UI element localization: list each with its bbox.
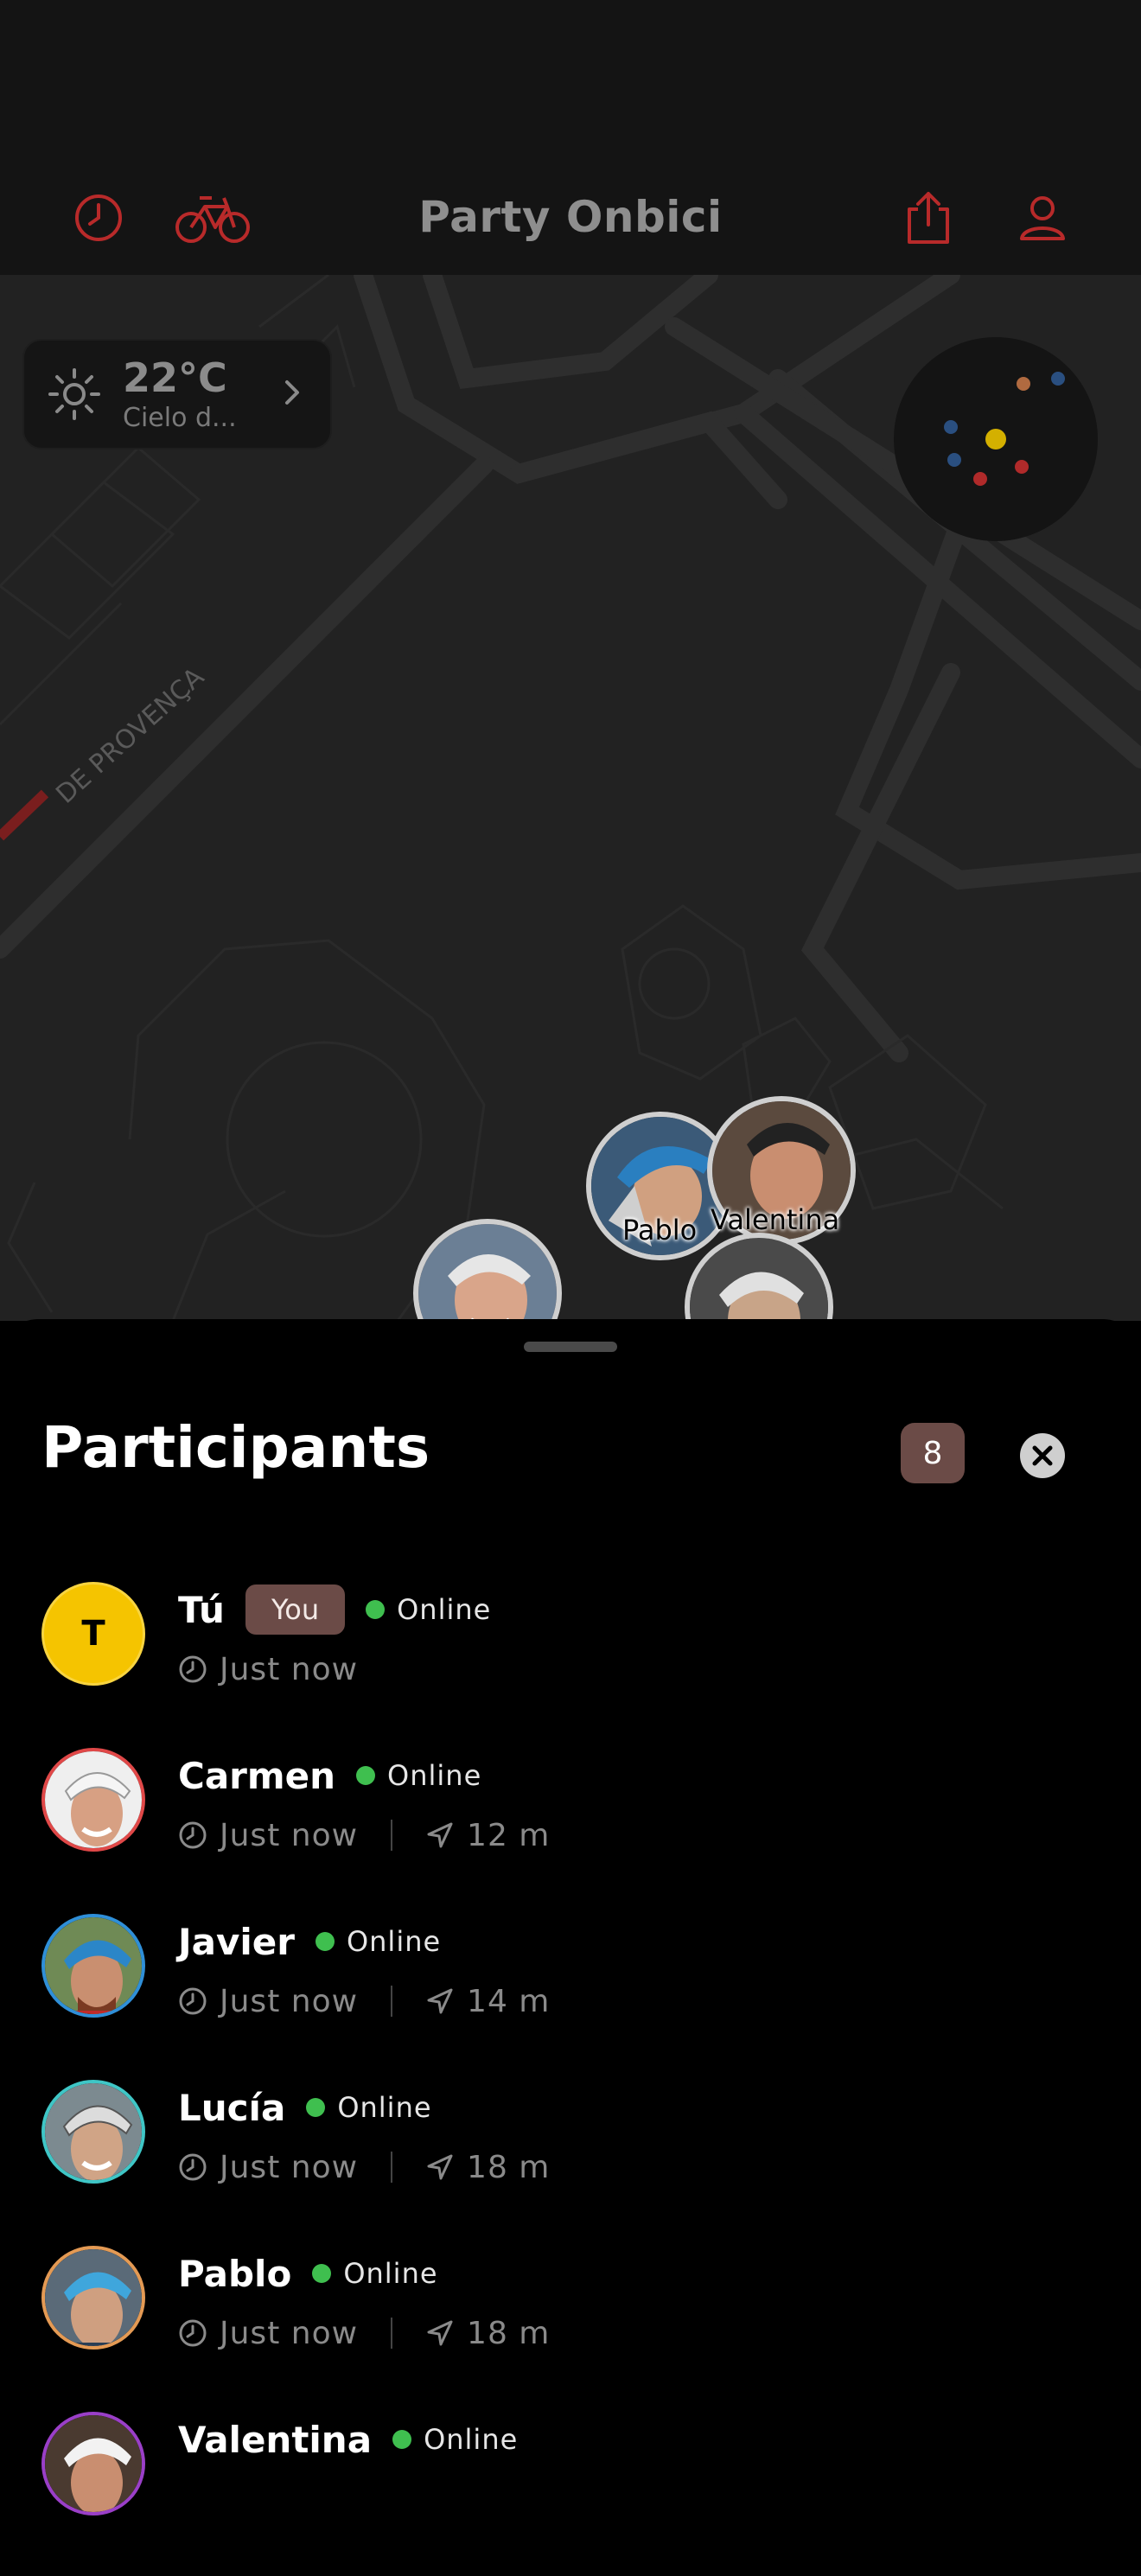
map-marker-label: Pablo: [622, 1214, 698, 1247]
divider: [391, 1986, 393, 2017]
sheet-drag-handle[interactable]: [524, 1342, 617, 1352]
avatar: [41, 1748, 145, 1852]
last-seen-time: Just now: [220, 2149, 359, 2185]
participant-name: Lucía: [178, 2086, 286, 2129]
close-button[interactable]: [1020, 1433, 1065, 1478]
participant-status: Online: [346, 1925, 442, 1958]
participant-count-badge: 8: [901, 1423, 965, 1483]
distance: 14 m: [467, 1983, 551, 2019]
distance: 12 m: [467, 1817, 551, 1853]
participant-name: Javier: [178, 1920, 295, 1963]
participant-row[interactable]: Lucía Online Just now 18 m: [0, 2078, 1141, 2244]
share-icon[interactable]: [894, 183, 963, 252]
participants-sheet: Participants 8 T Tú You Online Just now …: [0, 1319, 1141, 2515]
divider: [391, 2152, 393, 2183]
navigation-arrow-icon: [427, 1822, 453, 1848]
avatar: [41, 2412, 145, 2515]
participant-row[interactable]: Valentina Online: [0, 2410, 1141, 2576]
participant-status: Online: [337, 2091, 432, 2124]
clock-icon: [179, 1655, 207, 1683]
last-seen-time: Just now: [220, 1983, 359, 2019]
avatar: T: [41, 1582, 145, 1686]
last-seen-time: Just now: [220, 1651, 359, 1687]
participants-title: Participants: [41, 1414, 430, 1481]
online-status-dot: [315, 1932, 335, 1951]
map-marker-label: Valentina: [711, 1203, 840, 1236]
online-status-dot: [356, 1766, 376, 1785]
app-title: Party Onbici: [418, 192, 723, 242]
divider: [391, 1820, 393, 1851]
participant-name: Carmen: [178, 1754, 336, 1797]
participant-row[interactable]: Pablo Online Just now 18 m: [0, 2244, 1141, 2410]
close-icon: [1032, 1445, 1053, 1466]
participant-status: Online: [397, 1593, 492, 1626]
participant-row[interactable]: Javier Online Just now 14 m: [0, 1912, 1141, 2078]
participant-name: Pablo: [178, 2252, 292, 2295]
weather-description: Cielo d...: [123, 403, 237, 433]
participant-row[interactable]: Carmen Online Just now 12 m: [0, 1746, 1141, 1912]
participant-status: Online: [343, 2257, 438, 2290]
participant-status: Online: [424, 2423, 519, 2456]
sun-icon: [47, 367, 102, 425]
distance: 18 m: [467, 2149, 551, 2185]
clock-icon: [179, 2153, 207, 2181]
profile-icon[interactable]: [1008, 183, 1077, 252]
participant-status: Online: [387, 1759, 482, 1792]
avatar: [41, 2246, 145, 2350]
clock-icon: [179, 1987, 207, 2015]
clock-icon: [179, 1821, 207, 1849]
weather-temperature: 22°C: [123, 354, 227, 401]
distance: 18 m: [467, 2315, 551, 2351]
online-status-dot: [392, 2430, 412, 2449]
last-seen-time: Just now: [220, 1817, 359, 1853]
navigation-arrow-icon: [427, 2154, 453, 2180]
divider: [391, 2318, 393, 2349]
online-status-dot: [306, 2098, 326, 2117]
street-label: DE PROVENÇA: [50, 661, 210, 810]
online-status-dot: [366, 1600, 386, 1619]
navigation-arrow-icon: [427, 2320, 453, 2346]
chevron-right-icon: [282, 377, 303, 411]
clock-icon: [179, 2319, 207, 2347]
you-badge: You: [245, 1584, 346, 1635]
last-seen-time: Just now: [220, 2315, 359, 2351]
weather-widget[interactable]: 22°C Cielo d...: [22, 339, 332, 450]
participant-name: Valentina: [178, 2418, 373, 2461]
participant-radar[interactable]: [894, 337, 1098, 541]
online-status-dot: [312, 2264, 332, 2283]
avatar: [41, 2080, 145, 2184]
avatar: [41, 1914, 145, 2018]
participant-row[interactable]: T Tú You Online Just now: [0, 1580, 1141, 1746]
navigation-arrow-icon: [427, 1988, 453, 2014]
participant-name: Tú: [178, 1588, 225, 1631]
top-bar: Party Onbici: [0, 0, 1141, 275]
